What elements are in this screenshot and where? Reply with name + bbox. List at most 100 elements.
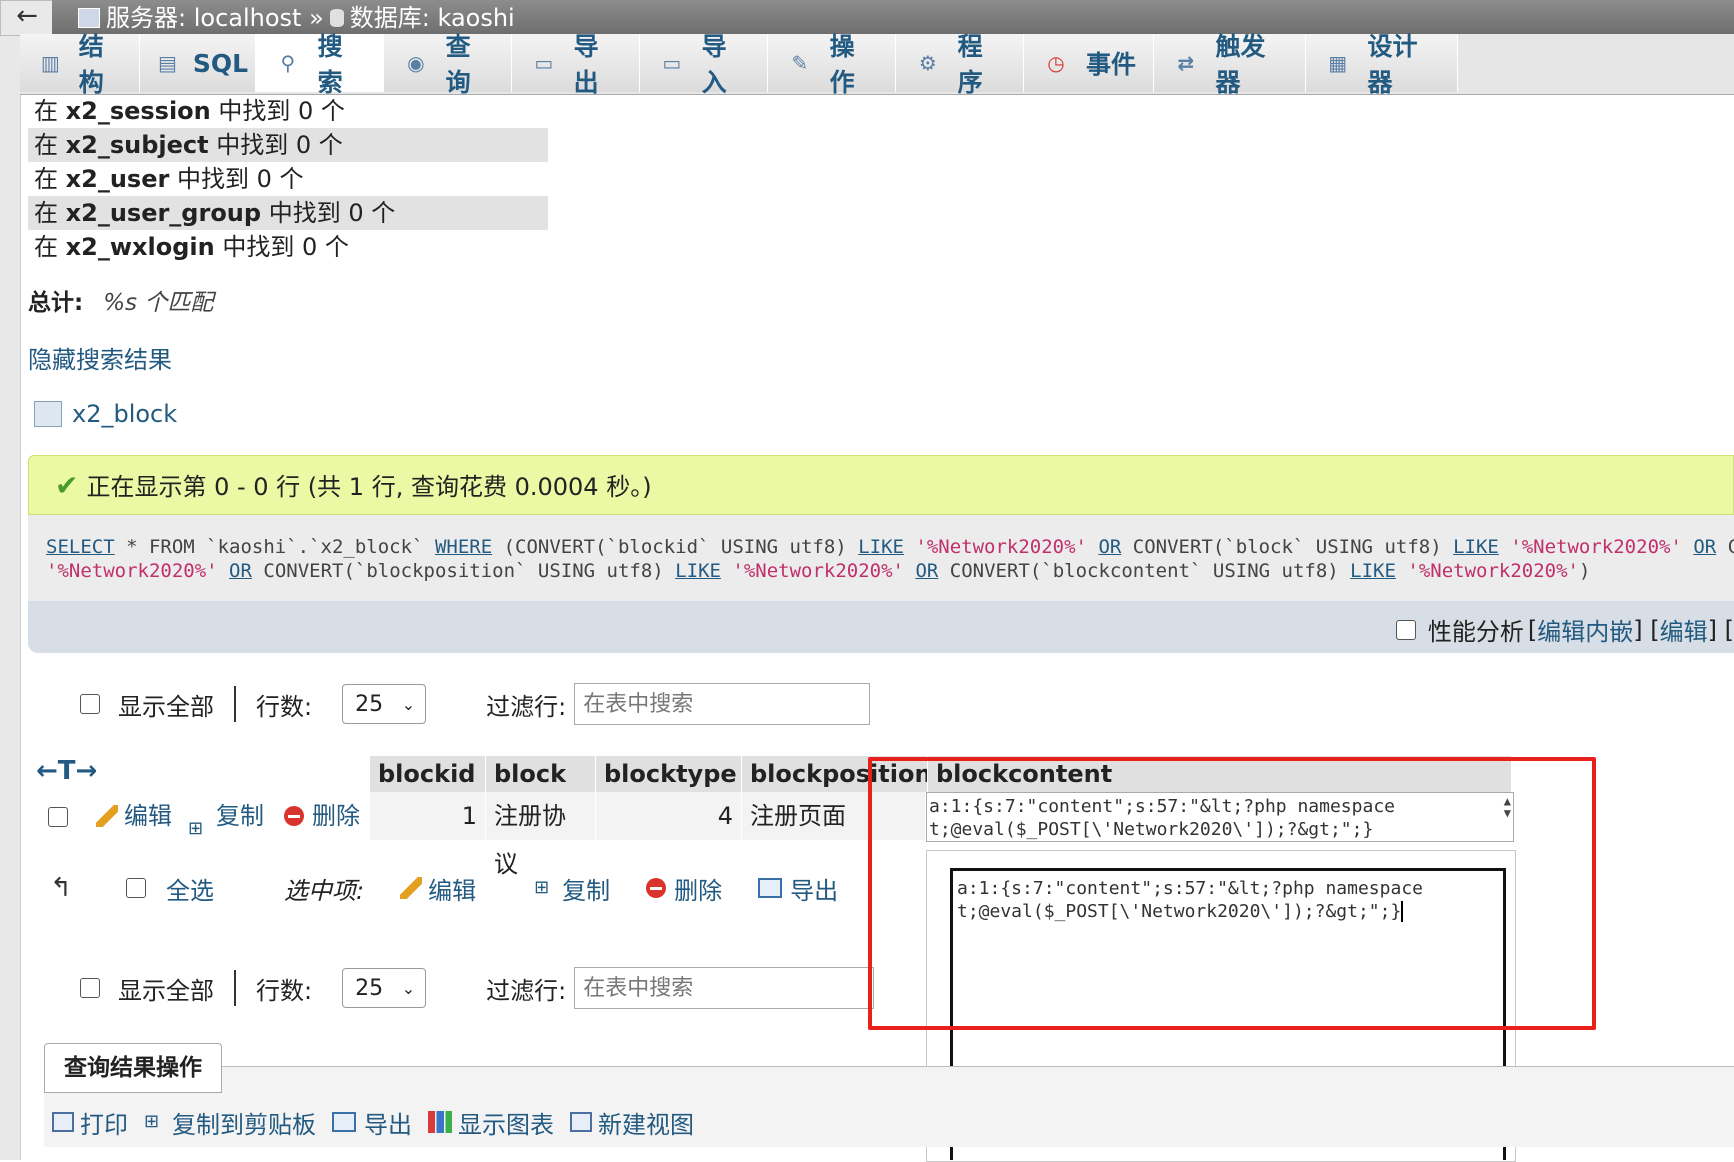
tab-structure[interactable]: ▥ 结构 — [20, 32, 140, 97]
tab-export[interactable]: ▭ 导出 — [512, 32, 640, 97]
result-row: 在 x2_session 中找到 0 个 — [34, 97, 345, 125]
cell-blockposition[interactable]: 注册页面 — [742, 792, 926, 840]
export-icon — [332, 1112, 356, 1132]
result-row: 在 x2_subject 中找到 0 个 — [28, 128, 548, 162]
sql-string: '%Network2020%' — [915, 536, 1087, 558]
tab-triggers[interactable]: ⇄ 触发器 — [1154, 32, 1306, 97]
check-all-checkbox[interactable] — [126, 878, 146, 898]
sql-keyword[interactable]: OR — [1098, 536, 1121, 558]
server-link[interactable]: 服务器: localhost » — [106, 4, 324, 32]
sql-keyword[interactable]: OR — [915, 560, 938, 582]
column-header-blockposition[interactable]: blockposition — [742, 756, 928, 792]
pencil-icon — [400, 877, 423, 899]
result-row: 在 x2_user_group 中找到 0 个 — [28, 196, 548, 230]
show-all-checkbox[interactable] — [80, 978, 100, 998]
back-arrow-button[interactable]: ← — [0, 0, 54, 36]
clock-icon: ◷ — [1047, 51, 1065, 75]
sql-keyword[interactable]: LIKE — [858, 536, 904, 558]
copy-icon: ⊞ — [188, 818, 204, 839]
create-view-button[interactable]: 新建视图 — [570, 1105, 694, 1140]
divider — [234, 686, 236, 722]
print-button[interactable]: 打印 — [52, 1105, 128, 1140]
sql-keyword[interactable]: OR — [229, 560, 252, 582]
text-cursor: ​ — [1401, 901, 1404, 922]
search-icon: ⚲ — [280, 50, 296, 75]
column-header-block[interactable]: block — [486, 756, 596, 792]
edit-inline-link[interactable]: 编辑内嵌 — [1537, 612, 1633, 647]
bulk-export-button[interactable]: 导出 — [758, 871, 838, 906]
check-all-link[interactable]: 全选 — [166, 871, 214, 906]
arrow-up-icon: ↰ — [50, 873, 72, 903]
row-copy-button[interactable]: ⊞ 复制 — [188, 792, 264, 840]
delete-icon — [646, 878, 667, 898]
sql-keyword[interactable]: LIKE — [1453, 536, 1499, 558]
tab-search[interactable]: ⚲ 搜索 — [256, 32, 384, 97]
table-header: blockid block blocktype blockposition bl… — [370, 756, 1512, 792]
tab-operations[interactable]: ✎ 操作 — [768, 32, 896, 97]
cell-blockid[interactable]: 1 — [370, 792, 486, 840]
sql-keyword[interactable]: SELECT — [46, 536, 115, 558]
copy-icon: ⊞ — [534, 877, 550, 898]
sql-keyword[interactable]: WHERE — [435, 536, 492, 558]
show-chart-button[interactable]: 显示图表 — [428, 1105, 554, 1140]
bulk-edit-button[interactable]: 编辑 — [400, 871, 476, 906]
edit-link[interactable]: 编辑 — [1660, 612, 1708, 647]
query-results-operations: 打印 ⊞ 复制到剪贴板 导出 显示图表 新建视图 — [52, 1102, 710, 1142]
result-row: 在 x2_wxlogin 中找到 0 个 — [34, 233, 349, 261]
hide-results-link[interactable]: 隐藏搜索结果 — [28, 340, 172, 375]
column-header-blocktype[interactable]: blocktype — [596, 756, 742, 792]
pencil-icon — [96, 805, 118, 827]
cell-blocktype[interactable]: 4 — [596, 792, 742, 840]
row-checkbox[interactable] — [48, 807, 68, 827]
navigation-controls: 显示全部 行数: 25 ⌄ 过滤行: 在表中搜索 — [80, 682, 871, 726]
rows-select[interactable]: 25 ⌄ — [342, 968, 427, 1008]
wrench-icon: ✎ — [791, 51, 809, 75]
filter-rows-input[interactable]: 在表中搜索 — [574, 967, 875, 1009]
cell-blockcontent[interactable]: a:1:{s:7:"content";s:57:"&lt;?php namesp… — [926, 792, 1514, 842]
success-message: ✔ 正在显示第 0 - 0 行 (共 1 行, 查询花费 0.0004 秒。) — [28, 455, 1734, 515]
profiling-checkbox[interactable] — [1395, 619, 1416, 640]
export-button[interactable]: 导出 — [332, 1105, 412, 1140]
tab-import[interactable]: ▭ 导入 — [640, 32, 768, 97]
tab-events[interactable]: ◷ 事件 — [1024, 34, 1154, 92]
row-edit-button[interactable]: 编辑 — [96, 792, 172, 840]
show-all-checkbox[interactable] — [80, 694, 100, 714]
sql-string: '%Network2020%' — [1407, 560, 1579, 582]
rows-select[interactable]: 25 ⌄ — [342, 684, 427, 724]
tab-designer[interactable]: ▦ 设计器 — [1306, 32, 1458, 97]
row-delete-button[interactable]: 删除 — [284, 792, 360, 840]
column-sort-arrows[interactable]: ←T→ — [36, 756, 97, 786]
tab-query[interactable]: ◉ 查询 — [384, 32, 512, 97]
tab-routines[interactable]: ⚙ 程序 — [896, 32, 1024, 97]
copy-to-clipboard-button[interactable]: ⊞ 复制到剪贴板 — [144, 1105, 316, 1140]
bulk-copy-button[interactable]: ⊞ 复制 — [534, 871, 610, 906]
sql-keyword[interactable]: OR — [1693, 536, 1716, 558]
scroll-arrows-icon[interactable]: ▲ ▼ — [1504, 795, 1511, 819]
query-icon: ◉ — [407, 51, 425, 75]
cell-block[interactable]: 注册协议 — [486, 792, 596, 878]
column-header-blockid[interactable]: blockid — [370, 756, 486, 792]
result-row: 在 x2_user 中找到 0 个 — [34, 165, 304, 193]
structure-icon: ▥ — [40, 51, 60, 75]
triggers-icon: ⇄ — [1177, 51, 1195, 75]
query-results-operations-title: 查询结果操作 — [44, 1043, 222, 1093]
tab-sql[interactable]: ▤ SQL — [140, 34, 256, 92]
table-link[interactable]: x2_block — [34, 400, 177, 428]
sql-line: '%Network2020%' OR CONVERT(`blockpositio… — [46, 559, 1734, 583]
sql-query-display: SELECT * FROM `kaoshi`.`x2_block` WHERE … — [28, 515, 1734, 601]
column-header-blockcontent[interactable]: blockcontent — [928, 756, 1512, 792]
window-left-edge — [0, 0, 21, 1160]
sql-keyword[interactable]: LIKE — [675, 560, 721, 582]
copy-icon: ⊞ — [144, 1111, 160, 1132]
designer-icon: ▦ — [1328, 51, 1348, 75]
sql-string: '%Network2020%' — [46, 560, 218, 582]
filter-rows-input[interactable]: 在表中搜索 — [574, 683, 871, 725]
bulk-delete-button[interactable]: 删除 — [646, 871, 722, 906]
database-icon — [329, 9, 344, 27]
sql-keyword[interactable]: LIKE — [1350, 560, 1396, 582]
divider — [234, 970, 236, 1006]
